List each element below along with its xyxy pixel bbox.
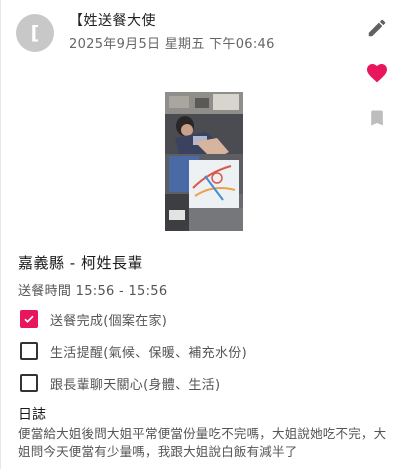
task-label: 送餐完成(個案在家) — [50, 313, 168, 329]
task-meal-delivered[interactable]: 送餐完成(個案在家) — [20, 309, 167, 329]
post-card: [ 【姓送餐大使 2025年9月5日 星期五 下午06:46 嘉義縣 - 柯姓長… — [0, 0, 405, 469]
checkmark-icon — [24, 315, 34, 323]
avatar: [ — [16, 14, 54, 52]
checkbox-checked[interactable] — [20, 310, 38, 328]
task-label: 生活提醒(氣候、保暖、補充水份) — [50, 345, 247, 361]
log-text: 便當給大姐後問大姐平常便當份量吃不完嗎，大姐說她吃不完，大姐問今天便當有少量嗎，… — [18, 426, 387, 459]
elder-location-name: 嘉義縣 - 柯姓長輩 — [18, 254, 143, 272]
heart-icon — [367, 64, 387, 83]
post-date: 2025年9月5日 星期五 下午06:46 — [69, 37, 275, 52]
like-button[interactable] — [365, 61, 389, 85]
log-heading: 日誌 — [18, 407, 46, 423]
task-label: 跟長輩聊天關心(身體、生活) — [50, 377, 221, 393]
pencil-icon — [368, 19, 386, 37]
task-life-reminder[interactable]: 生活提醒(氣候、保暖、補充水份) — [20, 341, 247, 361]
photo-image — [165, 92, 243, 231]
meal-delivery-photo[interactable] — [165, 92, 243, 231]
author-name: 【姓送餐大使 — [69, 13, 156, 29]
bookmark-button[interactable] — [365, 106, 389, 130]
delivery-time: 送餐時間 15:56 - 15:56 — [18, 284, 168, 299]
task-chat-with-elder[interactable]: 跟長輩聊天關心(身體、生活) — [20, 373, 220, 393]
checkbox-unchecked[interactable] — [20, 342, 38, 360]
bookmark-icon — [371, 110, 383, 126]
edit-button[interactable] — [365, 16, 389, 40]
checkbox-unchecked[interactable] — [20, 374, 38, 392]
